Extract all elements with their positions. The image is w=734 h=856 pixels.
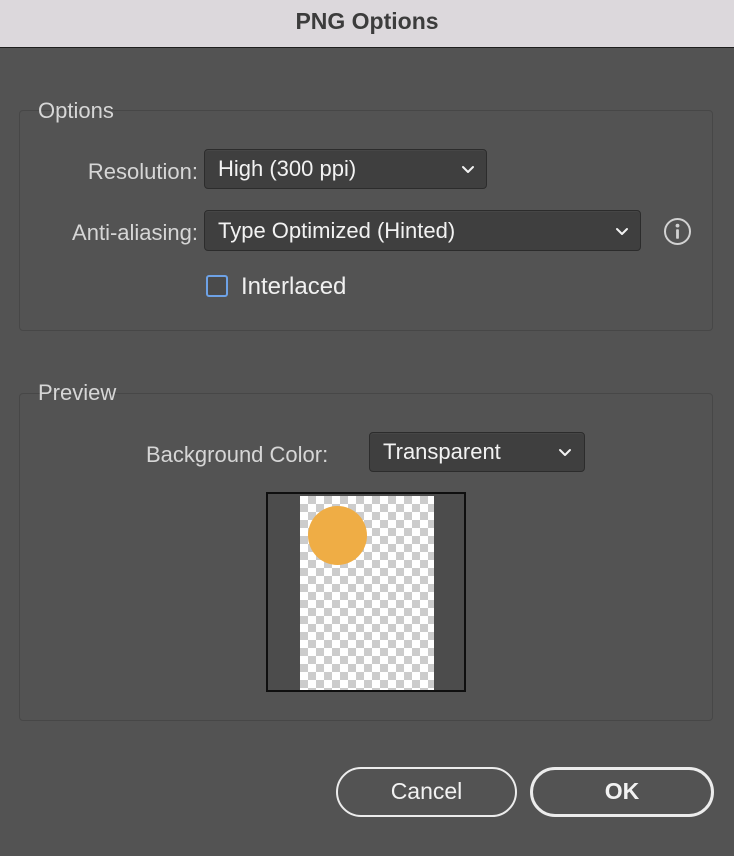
background-color-label: Background Color: — [146, 442, 329, 467]
resolution-value: High (300 ppi) — [218, 156, 357, 181]
options-group-title: Options — [38, 98, 114, 123]
anti-aliasing-select[interactable]: Type Optimized (Hinted) — [204, 210, 641, 251]
chevron-down-icon — [559, 449, 571, 456]
transparent-artboard — [300, 496, 434, 690]
interlaced-label[interactable]: Interlaced — [241, 273, 346, 301]
anti-aliasing-label: Anti-aliasing: — [72, 220, 198, 245]
dialog-title: PNG Options — [295, 8, 439, 34]
anti-aliasing-value: Type Optimized (Hinted) — [218, 218, 456, 243]
background-color-select[interactable]: Transparent — [369, 432, 585, 472]
chevron-down-icon — [462, 166, 474, 173]
resolution-select[interactable]: High (300 ppi) — [204, 149, 487, 189]
interlaced-checkbox[interactable] — [206, 275, 228, 297]
ok-button[interactable]: OK — [530, 767, 714, 817]
preview-group-title: Preview — [38, 380, 117, 405]
resolution-label: Resolution: — [87, 159, 198, 184]
cancel-button[interactable]: Cancel — [336, 767, 517, 817]
preview-thumbnail — [266, 492, 466, 692]
background-color-value: Transparent — [383, 439, 501, 464]
chevron-down-icon — [616, 228, 628, 235]
orange-circle-shape — [308, 506, 367, 565]
info-circle-icon[interactable] — [663, 217, 692, 246]
